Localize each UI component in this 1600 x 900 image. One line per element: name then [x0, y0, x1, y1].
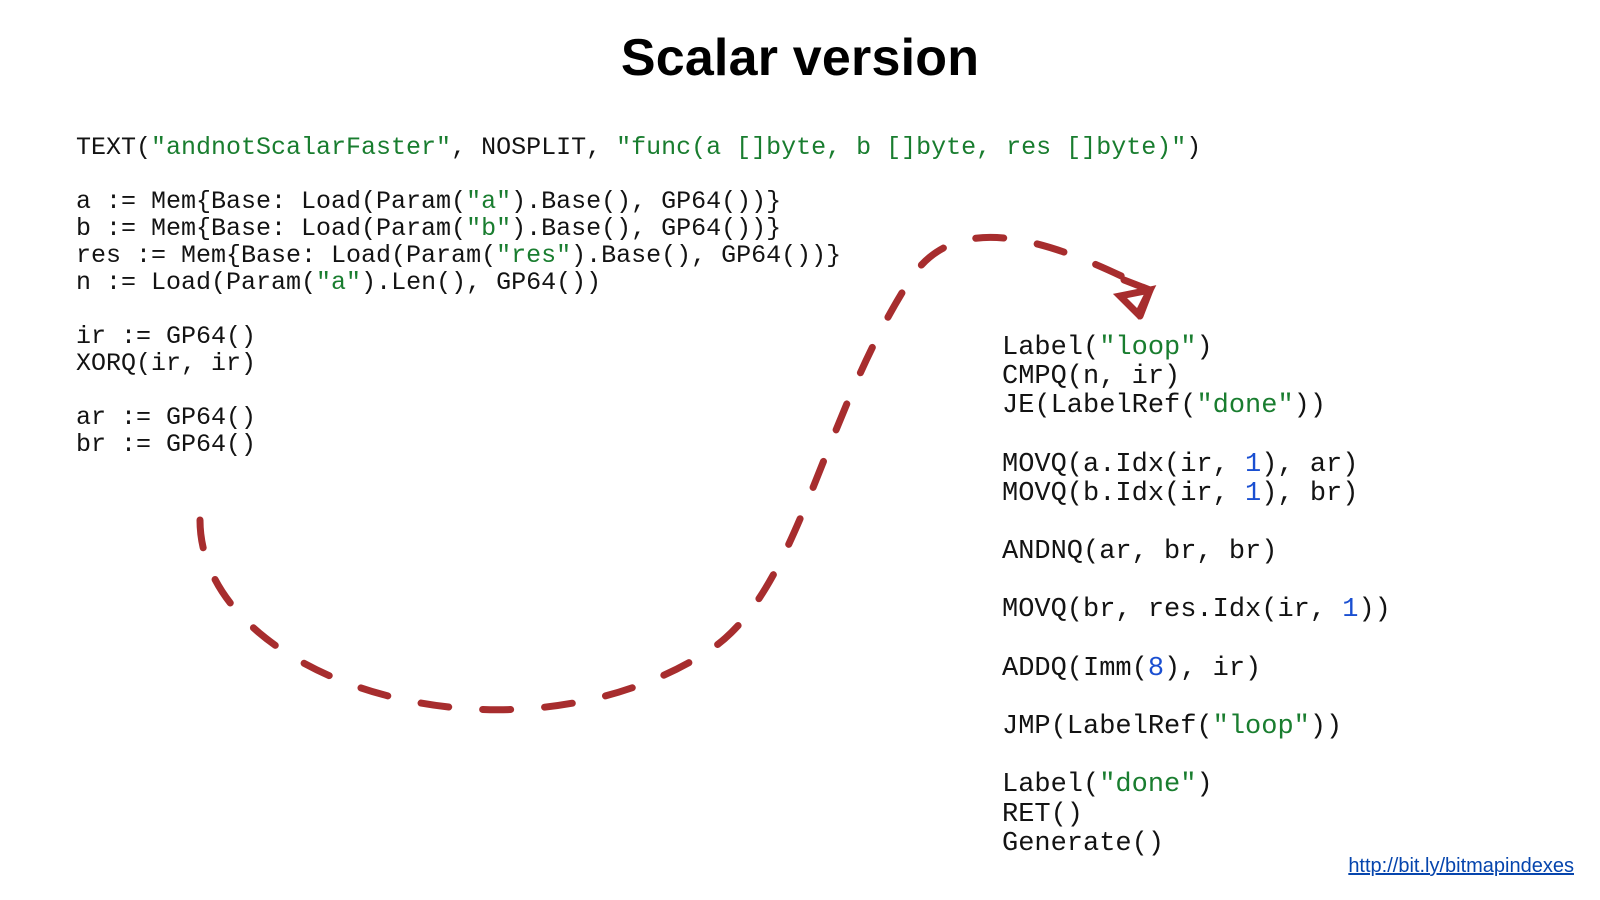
slide-title: Scalar version	[0, 28, 1600, 88]
code-right: Label("loop") CMPQ(n, ir) JE(LabelRef("d…	[1002, 334, 1391, 859]
footer-link[interactable]: http://bit.ly/bitmapindexes	[1348, 855, 1574, 878]
